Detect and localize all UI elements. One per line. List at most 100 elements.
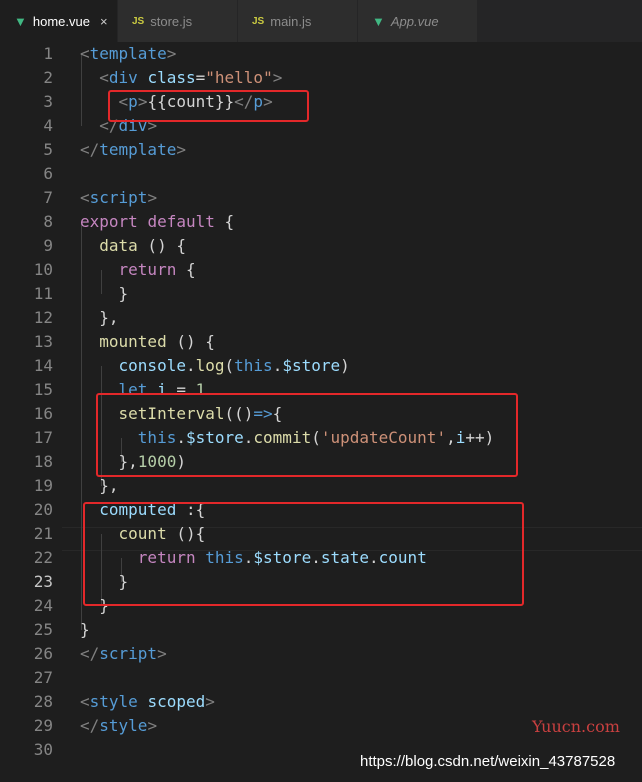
code-token: > (157, 644, 167, 663)
code-token: log (195, 356, 225, 375)
code-line[interactable]: 4 </div> (0, 114, 642, 138)
code-token: export (80, 212, 138, 231)
code-line[interactable]: 11 } (0, 282, 642, 306)
code-line[interactable]: 13 mounted () { (0, 330, 642, 354)
code-line[interactable]: 5 </template> (0, 138, 642, 162)
code-token: }, (80, 308, 119, 327)
code-token: < (99, 68, 109, 87)
code-line[interactable]: 1 <template> (0, 42, 642, 66)
code-token: console (118, 356, 186, 375)
code-text: <template> (80, 42, 176, 66)
code-text: </template> (80, 138, 186, 162)
code-line[interactable]: 28 <style scoped> (0, 690, 642, 714)
line-number: 18 (33, 452, 53, 471)
code-token: . (185, 356, 196, 375)
code-text: }, (80, 474, 119, 498)
code-line[interactable]: 7 <script> (0, 186, 642, 210)
code-line[interactable]: 10 return { (0, 258, 642, 282)
code-text: export default { (80, 210, 234, 234)
code-line[interactable]: 12 }, (0, 306, 642, 330)
code-text: console.log(this.$store) (80, 354, 350, 378)
code-line[interactable]: 8 export default { (0, 210, 642, 234)
watermark: Yuucn.com (532, 717, 620, 736)
line-number: 20 (33, 500, 53, 519)
code-line[interactable]: 9 data () { (0, 234, 642, 258)
line-number: 21 (33, 524, 53, 543)
line-number: 29 (33, 716, 53, 735)
code-line[interactable]: 27 (0, 666, 642, 690)
code-token: script (99, 644, 158, 663)
line-number: 7 (43, 188, 53, 207)
code-text: } (80, 282, 129, 306)
code-token: </ (80, 140, 100, 159)
code-line[interactable]: 3 <p>{{count}}</p> (0, 90, 642, 114)
code-token: return (118, 260, 177, 279)
js-icon: JS (252, 15, 265, 27)
tab-label: main.js (270, 13, 312, 29)
line-number: 9 (43, 236, 53, 255)
line-number: 17 (33, 428, 53, 447)
code-token: script (89, 188, 148, 207)
line-number: 23 (33, 572, 53, 591)
code-token: div (108, 68, 138, 87)
code-token: = (195, 68, 206, 87)
code-token: } (80, 620, 90, 639)
code-token: { (214, 212, 235, 231)
line-number: 28 (33, 692, 53, 711)
code-text: }, (80, 306, 119, 330)
code-line[interactable]: 2 <div class="hello"> (0, 66, 642, 90)
code-token: . (272, 356, 283, 375)
code-token: "hello" (205, 68, 273, 87)
code-token: < (80, 188, 90, 207)
code-token: this (234, 356, 273, 375)
editor-tab-bar: ▼ home.vue × JS store.js JS main.js ▼ Ap… (0, 0, 642, 42)
code-token: () { (137, 236, 186, 255)
code-text: </style> (80, 714, 157, 738)
code-token: class (147, 68, 196, 87)
code-token: </ (80, 644, 100, 663)
code-token: template (99, 140, 177, 159)
line-number: 11 (33, 284, 53, 303)
tab-app-vue[interactable]: ▼ App.vue (358, 0, 478, 42)
close-icon[interactable]: × (100, 14, 108, 29)
code-token: }, (80, 476, 119, 495)
vue-icon: ▼ (14, 13, 27, 29)
line-number: 19 (33, 476, 53, 495)
code-line[interactable]: 14 console.log(this.$store) (0, 354, 642, 378)
code-line[interactable]: 26 </script> (0, 642, 642, 666)
code-text: </script> (80, 642, 167, 666)
tab-label: App.vue (390, 13, 439, 29)
line-number: 14 (33, 356, 53, 375)
line-number: 2 (43, 68, 53, 87)
tab-home-vue[interactable]: ▼ home.vue × (0, 0, 118, 42)
line-number: 26 (33, 644, 53, 663)
line-number: 12 (33, 308, 53, 327)
line-number: 3 (43, 92, 53, 111)
source-url: https://blog.csdn.net/weixin_43787528 (360, 753, 616, 770)
line-number: 22 (33, 548, 53, 567)
code-line[interactable]: 25} (0, 618, 642, 642)
code-line[interactable]: 6 (0, 162, 642, 186)
code-line[interactable]: 19 }, (0, 474, 642, 498)
code-token: > (176, 140, 186, 159)
tab-main-js[interactable]: JS main.js (238, 0, 358, 42)
tab-store-js[interactable]: JS store.js (118, 0, 238, 42)
line-number: 4 (43, 116, 53, 135)
line-number: 10 (33, 260, 53, 279)
code-text: } (80, 618, 90, 642)
line-number: 30 (33, 740, 53, 759)
line-number: 27 (33, 668, 53, 687)
code-text: data () { (80, 234, 186, 258)
code-token: scoped (147, 692, 206, 711)
highlight-box-computed (83, 502, 524, 606)
code-token: > (272, 68, 283, 87)
code-text: mounted () { (80, 330, 215, 354)
code-token: > (205, 692, 215, 711)
code-token: } (80, 284, 129, 303)
